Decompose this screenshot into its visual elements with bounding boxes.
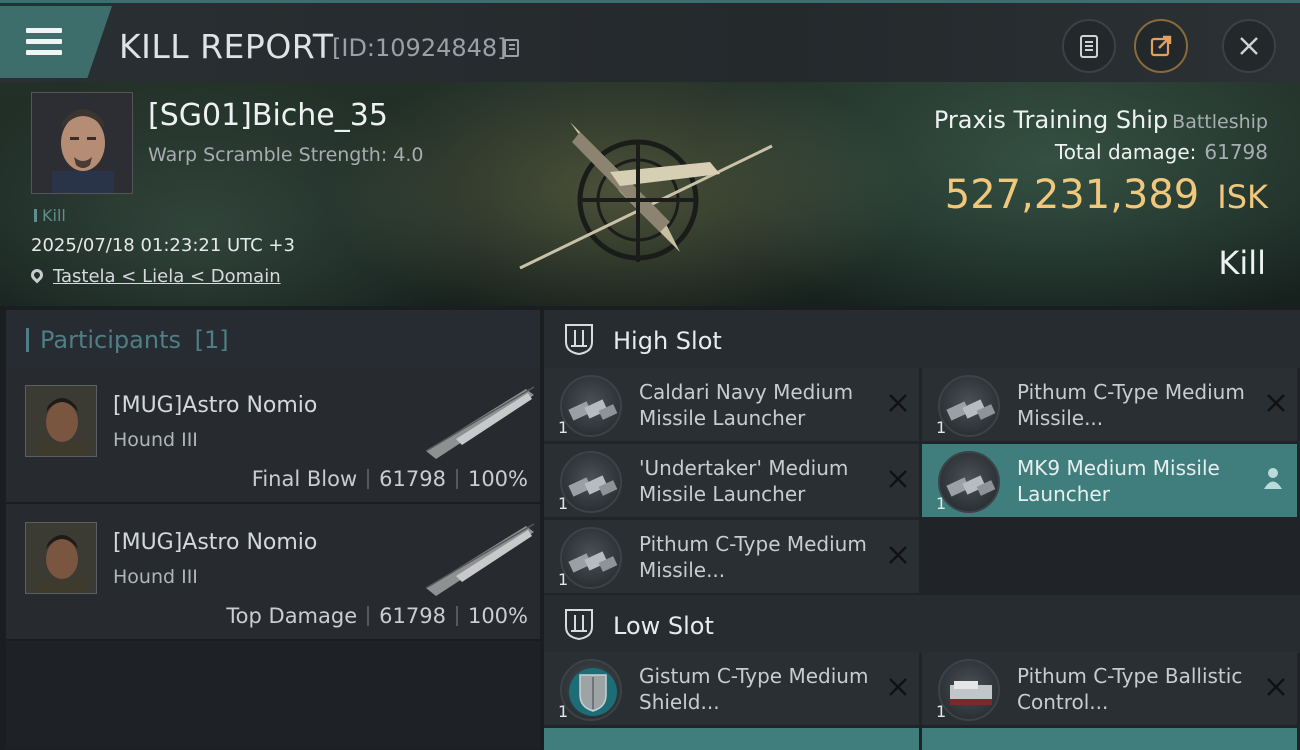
copy-icon[interactable] (504, 39, 519, 57)
hamburger-menu-icon (26, 28, 62, 58)
high-slot-header: High Slot (544, 310, 1300, 368)
participant-role: Top Damage (226, 604, 358, 628)
participant-damage: 61798 (379, 604, 446, 628)
missile-launcher-icon (560, 527, 622, 589)
total-damage-label: Total damage: (1054, 140, 1197, 164)
missile-launcher-icon (560, 375, 622, 437)
item-name: Caldari Navy Medium Missile Launcher (639, 380, 854, 430)
destroyed-x-icon (889, 678, 907, 696)
destroyed-x-icon (889, 470, 907, 488)
shield-module-icon (560, 659, 622, 721)
kill-timestamp: 2025/07/18 01:23:21 UTC +3 (31, 235, 295, 256)
slot-item-partial[interactable] (922, 728, 1297, 750)
participants-title: Participants (40, 326, 181, 354)
participants-panel: Participants [1] [MUG]Astro Nomio Hound … (6, 310, 540, 750)
slot-item[interactable]: 1 Pithum C-Type Medium Missile... (544, 520, 919, 593)
low-slot-label: Low Slot (613, 612, 714, 640)
slot-item[interactable]: 1 Pithum C-Type Medium Missile... (922, 368, 1297, 441)
item-quantity: 1 (558, 570, 569, 589)
participants-count: [1] (194, 326, 229, 354)
item-name: Gistum C-Type Medium Shield... (639, 664, 869, 714)
victim-name[interactable]: [SG01]Biche_35 (148, 98, 388, 133)
participant-name[interactable]: [MUG]Astro Nomio (113, 393, 317, 418)
participant-ship: Hound III (113, 566, 198, 588)
participant-row[interactable]: [MUG]Astro Nomio Hound III Final Blow 617… (6, 367, 540, 504)
missile-launcher-icon (938, 451, 1000, 513)
participant-stats: Final Blow 61798 100% (252, 467, 528, 491)
item-name: Pithum C-Type Medium Missile... (639, 532, 867, 582)
item-name: 'Undertaker' Medium Missile Launcher (639, 456, 849, 506)
participant-percent: 100% (467, 467, 528, 491)
pilot-icon (1264, 468, 1282, 489)
missile-launcher-icon (938, 375, 1000, 437)
location-link[interactable]: Tastela < Liela < Domain (53, 266, 281, 287)
participant-avatar[interactable] (25, 522, 97, 594)
participant-ship: Hound III (113, 429, 198, 451)
slot-item[interactable]: 1 Pithum C-Type Ballistic Control... (922, 652, 1297, 725)
item-name: Pithum C-Type Medium Missile... (1017, 380, 1245, 430)
destroyed-x-icon (889, 394, 907, 412)
victim-ship-name[interactable]: Praxis Training Ship Battleship (934, 106, 1268, 134)
missile-launcher-icon (560, 451, 622, 513)
warp-scramble-strength: Warp Scramble Strength: 4.0 (148, 144, 424, 166)
total-damage: Total damage: 61798 (1055, 140, 1268, 164)
item-quantity: 1 (558, 494, 569, 513)
destroyed-x-icon (1267, 394, 1285, 412)
destroyed-x-icon (889, 546, 907, 564)
participant-name[interactable]: [MUG]Astro Nomio (113, 530, 317, 555)
victim-ship-image (519, 122, 773, 270)
participants-empty-area (6, 641, 540, 748)
participant-role: Final Blow (251, 467, 358, 491)
participant-ship-image (425, 386, 535, 459)
close-icon (1240, 37, 1258, 55)
share-button[interactable] (1134, 19, 1188, 73)
item-quantity: 1 (936, 494, 947, 513)
location-pin-icon (28, 266, 46, 284)
destroyed-x-icon (1267, 678, 1285, 696)
total-damage-value: 61798 (1204, 140, 1268, 164)
slot-item[interactable]: 1 Caldari Navy Medium Missile Launcher (544, 368, 919, 441)
high-slot-label: High Slot (613, 327, 722, 355)
page-title: KILL REPORT (119, 27, 334, 66)
clipboard-button[interactable] (1062, 19, 1116, 73)
header-bar: KILL REPORT [ID:10924848] (0, 0, 1300, 82)
item-name: Pithum C-Type Ballistic Control... (1017, 664, 1243, 714)
item-quantity: 1 (936, 702, 947, 721)
fitting-slots-panel: High Slot 1 Caldari Navy Medium Missile … (544, 310, 1300, 750)
slot-item[interactable]: 1 'Undertaker' Medium Missile Launcher (544, 444, 919, 517)
item-name: MK9 Medium Missile Launcher (1017, 456, 1220, 506)
item-quantity: 1 (558, 702, 569, 721)
slot-item-partial[interactable] (544, 728, 919, 750)
isk-unit: ISK (1217, 178, 1268, 216)
kill-tag: Kill (34, 206, 66, 225)
high-slot-icon (565, 324, 593, 356)
victim-avatar[interactable] (31, 92, 133, 194)
participant-row[interactable]: [MUG]Astro Nomio Hound III Top Damage 617… (6, 504, 540, 641)
participant-damage: 61798 (379, 467, 446, 491)
menu-button[interactable] (0, 6, 112, 78)
item-quantity: 1 (558, 418, 569, 437)
kill-summary-banner: [SG01]Biche_35 Warp Scramble Strength: 4… (0, 82, 1300, 306)
isk-amount: 527,231,389 (944, 172, 1200, 218)
kill-location[interactable]: Tastela < Liela < Domain (28, 266, 281, 287)
ballistic-control-icon (938, 659, 1000, 721)
close-button[interactable] (1222, 19, 1276, 73)
participant-avatar[interactable] (25, 385, 97, 457)
participant-stats: Top Damage 61798 100% (226, 604, 528, 628)
slot-item[interactable]: 1 Gistum C-Type Medium Shield... (544, 652, 919, 725)
ship-class: Battleship (1172, 111, 1268, 133)
kill-result: Kill (1218, 244, 1266, 282)
ship-name-text: Praxis Training Ship (933, 106, 1169, 134)
low-slot-icon (565, 609, 593, 641)
low-slot-header: Low Slot (544, 595, 1300, 653)
share-icon (1150, 35, 1172, 57)
participants-header[interactable]: Participants [1] (6, 310, 540, 367)
item-quantity: 1 (936, 418, 947, 437)
report-id: [ID:10924848] (332, 34, 507, 62)
participant-percent: 100% (467, 604, 528, 628)
clipboard-icon (1080, 35, 1098, 58)
participant-ship-image (425, 523, 535, 596)
slot-item-dropped[interactable]: 1 MK9 Medium Missile Launcher (922, 444, 1297, 517)
isk-value: 527,231,389 ISK (945, 172, 1268, 218)
